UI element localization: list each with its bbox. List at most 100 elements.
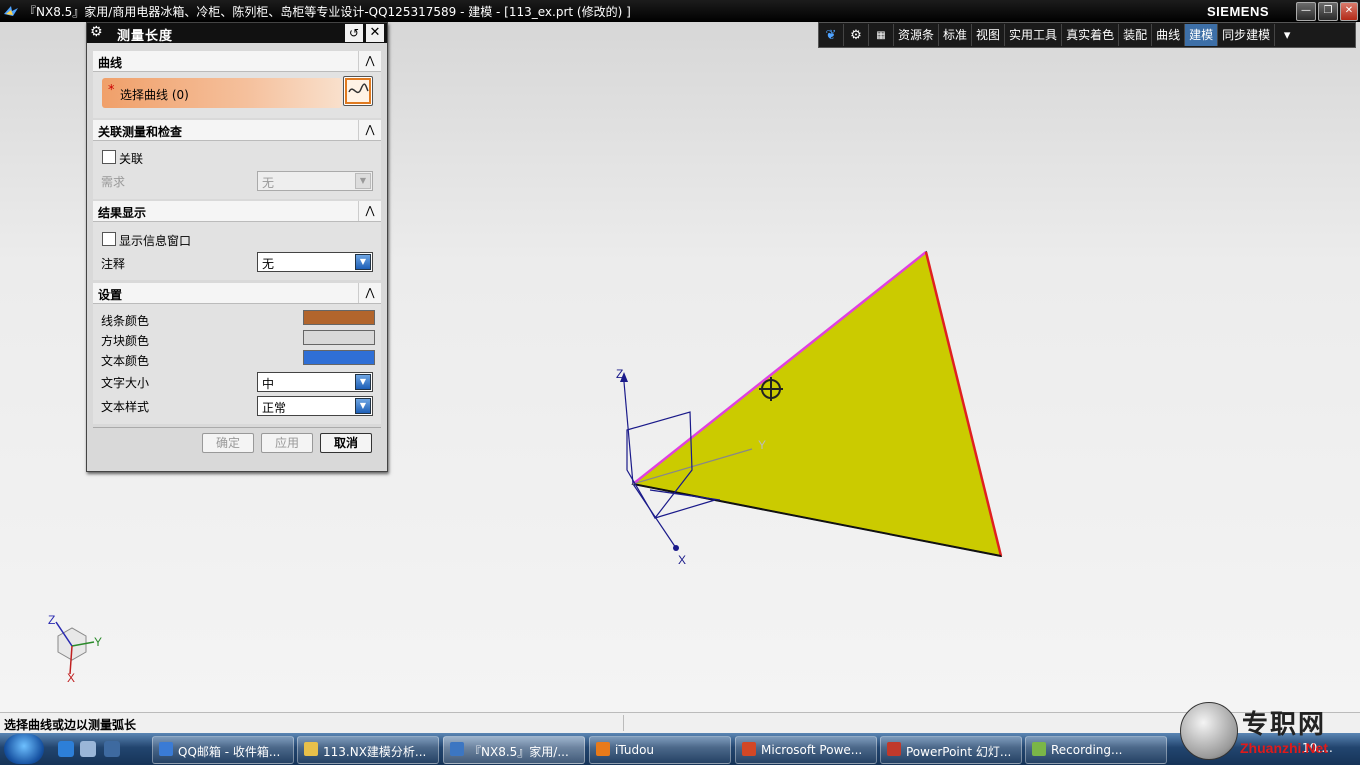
requirement-dropdown[interactable]: 无 ▼ <box>257 171 373 191</box>
title-bar: 『NX8.5』家用/商用电器冰箱、冷柜、陈列柜、岛柜等专业设计-QQ125317… <box>0 0 1360 22</box>
measure-length-dialog: ⚙ 测量长度 ↺ ✕ 曲线 ⋀ * 选择曲线 (0) 关联测量和检查 ⋀ 关联 … <box>86 22 388 472</box>
watermark-en: Zhuanzhi.Net <box>1240 740 1328 756</box>
dropdown-arrow-icon: ▼ <box>355 254 371 270</box>
annotation-dropdown[interactable]: 无 ▼ <box>257 252 373 272</box>
group-title-associative: 关联测量和检查 <box>98 125 183 139</box>
group-header-settings[interactable]: 设置 ⋀ <box>93 283 381 304</box>
group-title-result-display: 结果显示 <box>98 206 147 220</box>
show-info-window-label: 显示信息窗口 <box>119 234 192 248</box>
soccer-ball-logo-icon <box>1180 702 1238 760</box>
text-size-label: 文字大小 <box>101 376 150 390</box>
taskbar-item-label: iTudou <box>615 743 655 757</box>
taskbar-item-folder[interactable]: 113.NX建模分析... <box>297 736 439 764</box>
watermark-cn: 专职网 <box>1242 710 1327 740</box>
divider <box>623 715 624 731</box>
collapse-chevron-icon[interactable]: ⋀ <box>358 51 381 71</box>
gear-icon[interactable]: ⚙ <box>844 24 869 46</box>
required-mark: * <box>108 83 115 98</box>
taskbar-item-recording[interactable]: Recording... <box>1025 736 1167 764</box>
group-header-curve[interactable]: 曲线 ⋀ <box>93 51 381 72</box>
bird-icon[interactable]: ❦ <box>819 24 844 46</box>
dialog-close-button[interactable]: ✕ <box>366 24 384 42</box>
collapse-chevron-icon[interactable]: ⋀ <box>358 120 381 140</box>
folder-icon <box>304 742 318 756</box>
taskbar-item-qq-mail[interactable]: QQ邮箱 - 收件箱... <box>152 736 294 764</box>
select-curve-label: 选择曲线 (0) <box>120 88 189 102</box>
divider <box>93 427 381 428</box>
toolbar-menu-arrow-icon[interactable]: ▾ <box>1275 24 1299 46</box>
tab-utilities[interactable]: 实用工具 <box>1005 24 1063 46</box>
text-color-swatch[interactable] <box>303 350 375 365</box>
siemens-brand: SIEMENS <box>1207 4 1270 19</box>
text-size-dropdown[interactable]: 中 ▼ <box>257 372 373 392</box>
show-desktop-icon[interactable] <box>80 741 96 757</box>
group-body-result-display: 显示信息窗口 注释 无 ▼ <box>93 222 381 280</box>
text-color-label: 文本颜色 <box>101 354 150 368</box>
taskbar-item-itudou[interactable]: iTudou <box>589 736 731 764</box>
block-color-swatch[interactable] <box>303 330 375 345</box>
tab-modeling[interactable]: 建模 <box>1185 24 1219 46</box>
csys-x-label: X <box>678 553 686 567</box>
dialog-title: 测量长度 <box>117 29 174 44</box>
taskbar-item-label: QQ邮箱 - 收件箱... <box>178 745 281 759</box>
annotation-value: 无 <box>262 257 275 271</box>
triad-x-label: X <box>67 671 75 685</box>
dropdown-arrow-icon: ▼ <box>355 398 371 414</box>
recording-icon <box>1032 742 1046 756</box>
associative-label: 关联 <box>119 152 144 166</box>
minimize-button[interactable]: — <box>1296 2 1316 21</box>
group-header-associative[interactable]: 关联测量和检查 ⋀ <box>93 120 381 141</box>
computer-icon[interactable] <box>104 741 120 757</box>
dropdown-arrow-icon: ▼ <box>355 173 371 189</box>
collapse-chevron-icon[interactable]: ⋀ <box>358 283 381 303</box>
curve-icon <box>345 78 371 104</box>
status-bar: 选择曲线或边以测量弧长 <box>0 712 1360 733</box>
associative-checkbox[interactable] <box>102 150 116 164</box>
windows-taskbar: QQ邮箱 - 收件箱... 113.NX建模分析... 『NX8.5』家用/..… <box>0 733 1360 765</box>
status-message: 选择曲线或边以测量弧长 <box>4 718 137 732</box>
dropdown-arrow-icon: ▼ <box>355 374 371 390</box>
tab-standard[interactable]: 标准 <box>939 24 973 46</box>
ribbon-toolbar: ❦ ⚙ ▦ 资源条 标准 视图 实用工具 真实着色 装配 曲线 建模 同步建模 … <box>818 22 1356 48</box>
text-style-dropdown[interactable]: 正常 ▼ <box>257 396 373 416</box>
close-window-button[interactable]: ✕ <box>1340 2 1358 21</box>
triangle-face[interactable] <box>631 250 1003 557</box>
csys-z-label: Z <box>616 367 623 381</box>
text-size-value: 中 <box>262 377 275 391</box>
curve-selection-button[interactable] <box>343 76 373 106</box>
tab-assembly[interactable]: 装配 <box>1119 24 1153 46</box>
dialog-settings-gear-icon[interactable]: ⚙ <box>90 24 108 42</box>
reset-button[interactable]: ↺ <box>345 24 363 42</box>
line-color-swatch[interactable] <box>303 310 375 325</box>
taskbar-item-slideshow[interactable]: PowerPoint 幻灯... <box>880 736 1022 764</box>
tab-true-shading[interactable]: 真实着色 <box>1062 24 1120 46</box>
collapse-chevron-icon[interactable]: ⋀ <box>358 201 381 221</box>
taskbar-item-nx[interactable]: 『NX8.5』家用/... <box>443 736 585 764</box>
nx-logo-icon <box>4 6 18 16</box>
csys-y-label: Y <box>758 438 766 452</box>
taskbar-item-powerpoint[interactable]: Microsoft Powe... <box>735 736 877 764</box>
block-color-label: 方块颜色 <box>101 334 150 348</box>
tab-view[interactable]: 视图 <box>972 24 1006 46</box>
tab-curve[interactable]: 曲线 <box>1152 24 1186 46</box>
nx-icon <box>450 742 464 756</box>
grid-icon[interactable]: ▦ <box>869 24 894 46</box>
group-body-associative: 关联 需求 无 ▼ <box>93 141 381 199</box>
text-style-label: 文本样式 <box>101 400 150 414</box>
apply-button[interactable]: 应用 <box>261 433 313 453</box>
show-info-window-checkbox[interactable] <box>102 232 116 246</box>
dialog-title-bar[interactable]: ⚙ 测量长度 ↺ ✕ <box>87 23 387 44</box>
cancel-button[interactable]: 取消 <box>320 433 372 453</box>
ok-button[interactable]: 确定 <box>202 433 254 453</box>
select-curve-row[interactable]: * 选择曲线 (0) <box>102 78 342 108</box>
taskbar-item-label: Microsoft Powe... <box>761 743 863 757</box>
group-body-settings: 线条颜色 方块颜色 文本颜色 文字大小 中 ▼ 文本样式 正常 ▼ <box>93 304 381 424</box>
tab-synchronous-modeling[interactable]: 同步建模 <box>1218 24 1276 46</box>
restore-button[interactable]: ❐ <box>1318 2 1338 21</box>
group-title-curve: 曲线 <box>98 56 123 70</box>
start-button[interactable] <box>4 734 44 764</box>
tab-resource-bar[interactable]: 资源条 <box>894 24 940 46</box>
group-header-result-display[interactable]: 结果显示 ⋀ <box>93 201 381 222</box>
ie-icon[interactable] <box>58 741 74 757</box>
group-title-settings: 设置 <box>98 288 123 302</box>
